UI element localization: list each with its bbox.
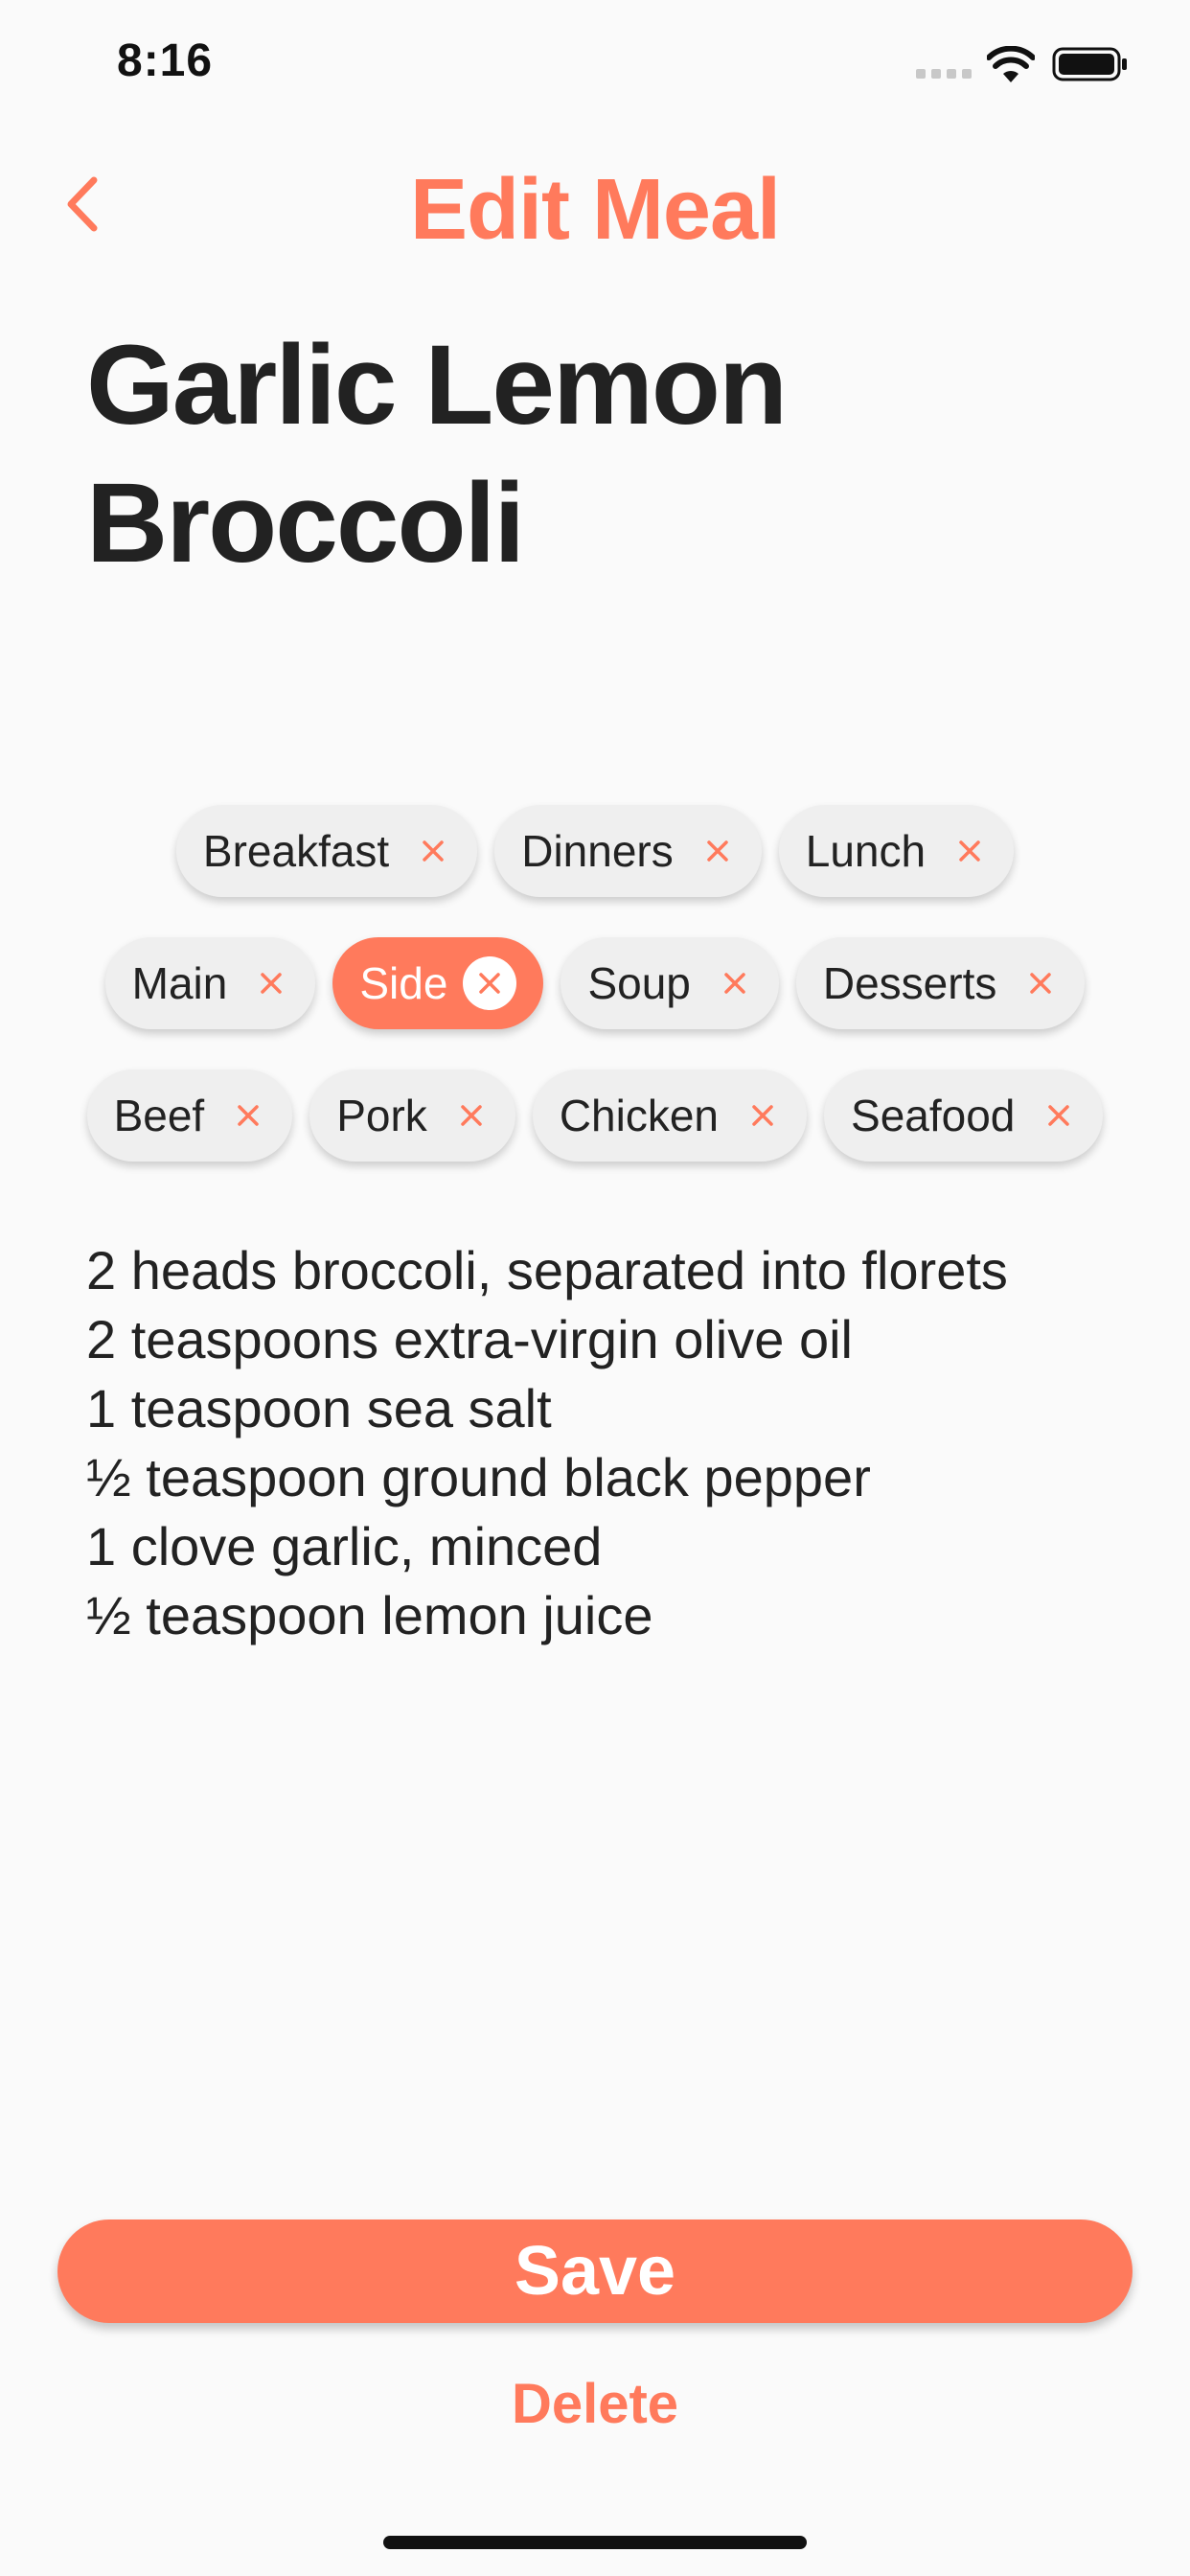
- tag-side[interactable]: Side: [332, 937, 544, 1029]
- tag-dinners[interactable]: Dinners: [494, 805, 762, 897]
- tag-label: Beef: [113, 1091, 205, 1140]
- close-icon[interactable]: [718, 966, 752, 1000]
- tag-label: Soup: [587, 958, 691, 1008]
- ingredient-line: 2 teaspoons extra-virgin olive oil: [86, 1309, 853, 1369]
- home-indicator: [383, 2536, 807, 2549]
- delete-button[interactable]: Delete: [0, 2372, 1190, 2436]
- tag-chicken[interactable]: Chicken: [532, 1070, 808, 1162]
- nav-bar: Edit Meal: [0, 153, 1190, 259]
- tag-pork[interactable]: Pork: [309, 1070, 515, 1162]
- ingredient-line: ½ teaspoon ground black pepper: [86, 1447, 871, 1507]
- ingredient-line: 1 teaspoon sea salt: [86, 1378, 552, 1438]
- save-button[interactable]: Save: [57, 2220, 1133, 2323]
- status-bar: 8:16: [0, 0, 1190, 115]
- tag-row: Breakfast Dinners Lunch: [38, 805, 1152, 897]
- tag-desserts[interactable]: Desserts: [795, 937, 1086, 1029]
- tag-label: Main: [131, 958, 228, 1008]
- battery-icon: [1052, 47, 1127, 81]
- tag-row: Main Side Soup Desserts: [38, 937, 1152, 1029]
- tag-row: Beef Pork Chicken Seafood: [38, 1070, 1152, 1162]
- tag-lunch[interactable]: Lunch: [778, 805, 1015, 897]
- tag-beef[interactable]: Beef: [86, 1070, 293, 1162]
- tag-seafood[interactable]: Seafood: [824, 1070, 1104, 1162]
- meal-title[interactable]: Garlic Lemon Broccoli: [86, 316, 1102, 592]
- cellular-signal-icon: [916, 69, 972, 79]
- tag-label: Seafood: [851, 1091, 1016, 1140]
- close-icon[interactable]: [463, 956, 517, 1010]
- close-icon[interactable]: [1023, 966, 1058, 1000]
- tag-label: Breakfast: [202, 826, 390, 876]
- tag-label: Dinners: [521, 826, 674, 876]
- tag-label: Desserts: [822, 958, 997, 1008]
- category-tags: Breakfast Dinners Lunch Main Side Soup Dessert…: [38, 805, 1152, 1202]
- close-icon[interactable]: [231, 1098, 265, 1133]
- tag-label: Chicken: [559, 1091, 720, 1140]
- tag-main[interactable]: Main: [104, 937, 316, 1029]
- ingredient-line: 1 clove garlic, minced: [86, 1516, 603, 1576]
- tag-label: Side: [359, 958, 448, 1008]
- close-icon[interactable]: [1041, 1098, 1076, 1133]
- close-icon[interactable]: [416, 834, 450, 868]
- close-icon[interactable]: [952, 834, 987, 868]
- tag-label: Pork: [336, 1091, 427, 1140]
- ingredient-line: ½ teaspoon lemon juice: [86, 1585, 653, 1645]
- tag-soup[interactable]: Soup: [561, 937, 779, 1029]
- meal-title-line-1: Garlic Lemon: [86, 322, 788, 448]
- status-time: 8:16: [117, 35, 214, 86]
- ingredients-text[interactable]: 2 heads broccoli, separated into florets…: [86, 1236, 1121, 1650]
- close-icon[interactable]: [745, 1098, 780, 1133]
- close-icon[interactable]: [254, 966, 288, 1000]
- meal-title-line-2: Broccoli: [86, 460, 525, 586]
- wifi-icon: [987, 46, 1035, 82]
- tag-label: Lunch: [805, 826, 927, 876]
- close-icon[interactable]: [454, 1098, 489, 1133]
- close-icon[interactable]: [700, 834, 735, 868]
- ingredient-line: 2 heads broccoli, separated into florets: [86, 1240, 1008, 1300]
- page-title: Edit Meal: [409, 162, 781, 258]
- tag-breakfast[interactable]: Breakfast: [175, 805, 478, 897]
